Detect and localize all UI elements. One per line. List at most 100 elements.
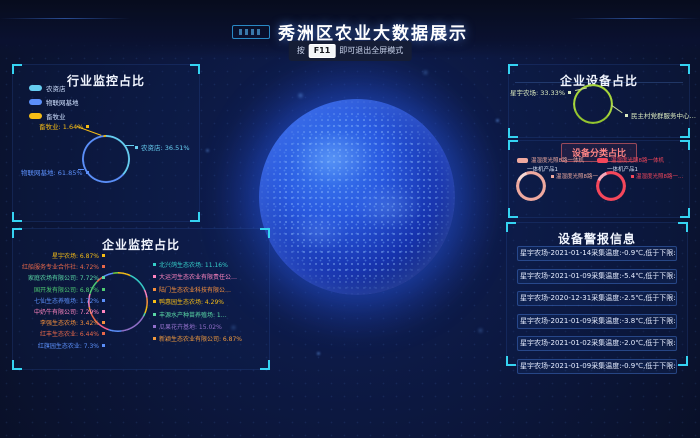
connector-line — [611, 105, 622, 113]
chart-label: 红旗园生态农业: 7.3% — [17, 342, 105, 349]
alert-row: 星宇农场-2021-01-09采集温度:-5.4℃,低于下限:0℃ — [517, 269, 677, 284]
label-text: 家庭农场有限公司: 7.72% — [28, 273, 99, 282]
logo-badge — [232, 25, 270, 39]
industry-legend: 农资店 物联网基地 畜牧业 — [29, 83, 79, 125]
chart-label: 新颖生态农业有限公司: 6.87% — [153, 335, 267, 342]
alert-row: 星宇农场-2021-01-09采集温度:-3.8℃,低于下限:0℃ — [517, 314, 677, 329]
chart-label: 星宇农场: 6.87% — [17, 252, 105, 259]
chart-label: 大运河生态农业有限责任公… — [153, 273, 267, 280]
alert-row: 星宇农场-2021-01-02采集温度:-2.0℃,低于下限:0℃ — [517, 336, 677, 351]
panel-device-alerts: 设备警报信息 星宇农场-2021-01-14采集温度:-0.9℃,低于下限:0℃… — [506, 222, 688, 366]
label-text: 七仙生态养殖场: 1.72% — [34, 296, 99, 305]
label-text: 北兴鸽生态农场: 11.16% — [159, 260, 228, 269]
label-dot — [551, 175, 554, 178]
legend-swatch — [29, 113, 42, 119]
label-dot — [102, 321, 105, 324]
callout-text: 畜牧业: 1.64% — [39, 121, 83, 131]
legend-label: 农资店 — [46, 83, 66, 93]
label-dot — [153, 300, 156, 303]
legend-swatch — [29, 85, 42, 91]
chart-callout-minzhucun: 民主村党群服务中心… — [625, 110, 696, 120]
chart-label: 鸭惠园生态农场: 4.29% — [153, 298, 267, 305]
label-dot — [102, 288, 105, 291]
legend-swatch — [597, 158, 608, 163]
label-text: 温湿度光照8路一… — [636, 172, 684, 180]
panel-enterprise-device: 企业设备占比 星宇农场: 33.33% 民主村党群服务中心… — [508, 64, 690, 138]
label-dot — [631, 175, 634, 178]
enterprise-monitor-left-labels: 星宇农场: 6.87% 红船服务专业合作社: 4.72% 家庭农场有限公司: 7… — [17, 252, 105, 353]
chart-label: 国开发有限公司: 6.87% — [17, 286, 105, 293]
legend-label: 温湿度光照8路一体机 — [611, 156, 664, 164]
callout-dot — [86, 125, 89, 128]
chart-label: 红丰生态农业: 6.44% — [17, 330, 105, 337]
chart-label: 瓜果花卉基地: 15.02% — [153, 323, 267, 330]
chart-label: 红船服务专业合作社: 4.72% — [17, 263, 105, 270]
label-dot — [102, 310, 105, 313]
panel-title: 设备警报信息 — [507, 230, 687, 247]
legend-label: 物联网基地 — [46, 97, 79, 107]
hint-suffix: 即可退出全屏模式 — [339, 45, 403, 56]
enterprise-monitor-right-labels: 北兴鸽生态农场: 11.16% 大运河生态农业有限责任公… 陆门生态农业科技有限… — [153, 261, 267, 348]
label-dot — [102, 344, 105, 347]
label-text: 瓜果花卉基地: 15.02% — [159, 322, 222, 331]
callout-dot — [568, 91, 571, 94]
callout-text: 星宇农场: 33.33% — [510, 87, 565, 97]
legend-item-wulianwang[interactable]: 物联网基地 — [29, 97, 79, 107]
chart-label: 家庭农场有限公司: 7.72% — [17, 274, 105, 281]
chart-label: 陆门生态农业科技有限公… — [153, 286, 267, 293]
industry-donut-chart[interactable] — [82, 135, 130, 183]
label-text: 大运河生态农业有限责任公… — [159, 272, 237, 281]
label-text: 新颖生态农业有限公司: 6.87% — [159, 334, 242, 343]
chart-label: 丰源水产种苗养殖场: 1… — [153, 311, 267, 318]
label-text: 红旗园生态农业: 7.3% — [38, 341, 99, 350]
chart-callout-nongzidian: 农资店: 36.51% — [135, 142, 190, 152]
category-donut-chart-right[interactable] — [596, 171, 626, 201]
category-side-label-right: 温湿度光照8路一… — [631, 172, 684, 180]
label-text: 丰源水产种苗养殖场: 1… — [159, 310, 227, 319]
legend-label: 畜牧业 — [46, 111, 66, 121]
label-dot — [153, 313, 156, 316]
legend-item-xumuye[interactable]: 畜牧业 — [29, 111, 79, 121]
label-text: 红丰生态农业: 6.44% — [40, 329, 99, 338]
category-side-label-left: 温湿度光照8路一… — [551, 172, 604, 180]
chart-label: 中奶牛有限公司: 7.29% — [17, 308, 105, 315]
legend-label: 温湿度光照8路一体机 — [531, 156, 584, 164]
device-donut-chart[interactable] — [573, 84, 613, 124]
chart-callout-xingyu: 星宇农场: 33.33% — [515, 87, 571, 97]
category-donut-chart-left[interactable] — [516, 171, 546, 201]
label-text: 鸭惠园生态农场: 4.29% — [159, 297, 224, 306]
label-text: 国开发有限公司: 6.87% — [34, 285, 99, 294]
hint-prefix: 按 — [297, 45, 305, 56]
panel-device-category: 设备分类占比 温湿度光照8路一体机 一体机产品1 温湿度光照8路一… 温湿度光照… — [508, 140, 690, 218]
header: 秀洲区农业大数据展示 按 F11 即可退出全屏模式 — [0, 0, 700, 58]
legend-item-nongzidian[interactable]: 农资店 — [29, 83, 79, 93]
callout-dot — [86, 171, 89, 174]
label-dot — [153, 337, 156, 340]
chart-callout-xumuye: 畜牧业: 1.64% — [39, 121, 89, 131]
dashboard: 秀洲区农业大数据展示 按 F11 即可退出全屏模式 行业监控占比 农资店 物联网… — [0, 0, 700, 438]
callout-text: 物联网基地: 61.85% — [21, 167, 83, 177]
label-dot — [102, 254, 105, 257]
fullscreen-hint: 按 F11 即可退出全屏模式 — [289, 41, 412, 61]
header-line-left — [0, 18, 130, 19]
chart-callout-wulianwang: 物联网基地: 61.85% — [21, 167, 89, 177]
label-dot — [153, 288, 156, 291]
category-legend-left[interactable]: 温湿度光照8路一体机 — [517, 156, 584, 164]
label-text: 红船服务专业合作社: 4.72% — [22, 262, 99, 271]
callout-dot — [625, 114, 628, 117]
label-dot — [102, 299, 105, 302]
chart-label: 李强生态农场: 3.42% — [17, 319, 105, 326]
alert-row: 星宇农场-2021-01-09采集温度:-0.9℃,低于下限:0℃ — [517, 359, 677, 374]
alert-row: 星宇农场-2021-01-14采集温度:-0.9℃,低于下限:0℃ — [517, 246, 677, 261]
label-text: 陆门生态农业科技有限公… — [159, 285, 231, 294]
panel-enterprise-monitor: 企业监控占比 星宇农场: 6.87% 红船服务专业合作社: 4.72% 家庭农场… — [12, 228, 270, 370]
label-dot — [102, 332, 105, 335]
label-dot — [102, 265, 105, 268]
chart-label: 七仙生态养殖场: 1.72% — [17, 297, 105, 304]
label-text: 中奶牛有限公司: 7.29% — [34, 307, 99, 316]
alert-list: 星宇农场-2021-01-14采集温度:-0.9℃,低于下限:0℃ 星宇农场-2… — [517, 246, 677, 381]
header-line-right — [570, 18, 700, 19]
category-legend-right[interactable]: 温湿度光照8路一体机 — [597, 156, 664, 164]
label-dot — [102, 276, 105, 279]
globe-visualization — [259, 99, 455, 295]
